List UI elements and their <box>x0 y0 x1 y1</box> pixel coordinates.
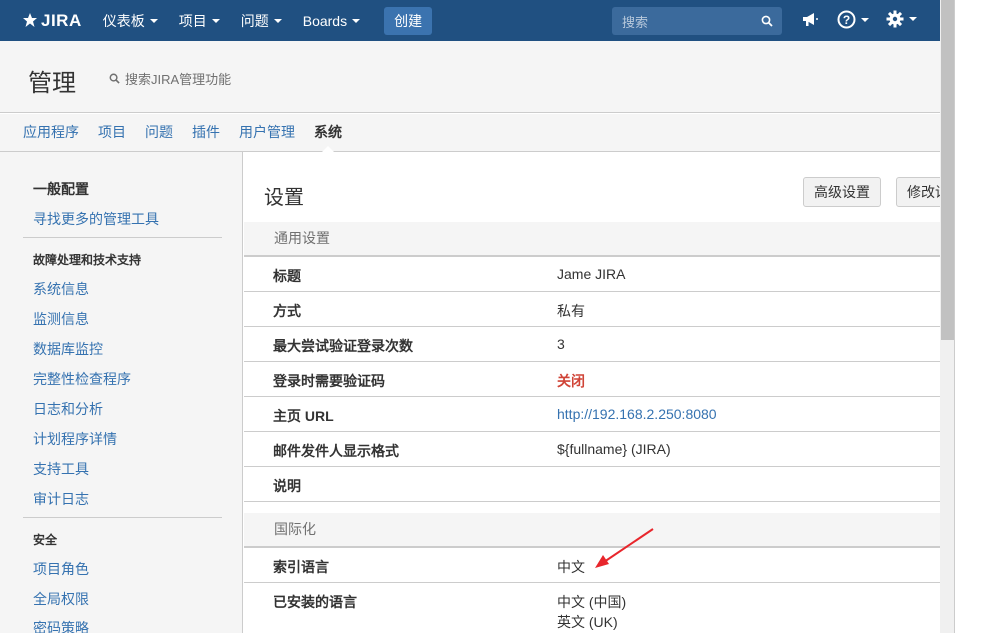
setting-value: 私有 <box>557 303 585 319</box>
sidebar-group-troubleshooting: 故障处理和技术支持 <box>33 253 142 267</box>
chevron-down-icon <box>909 17 917 21</box>
admin-sidebar: 一般配置 寻找更多的管理工具 故障处理和技术支持 系统信息 监测信息 数据库监控… <box>0 152 243 633</box>
nav-boards-label: Boards <box>302 12 348 29</box>
sidebar-item-find-more-admin-tools[interactable]: 寻找更多的管理工具 <box>33 209 159 229</box>
setting-value: ${fullname} (JIRA) <box>557 441 671 457</box>
admin-settings-menu[interactable] <box>886 10 917 28</box>
setting-key: 主页 URL <box>273 408 334 424</box>
top-navigation-bar: JIRA 仪表板 项目 问题 Boards 创建 搜索 ? <box>0 0 940 41</box>
svg-text:?: ? <box>843 13 850 27</box>
jira-logo[interactable]: JIRA <box>22 11 82 31</box>
settings-row: 已安装的语言 中文 (中国) 英文 (UK) <box>244 583 940 633</box>
scrollbar-thumb[interactable] <box>941 0 954 340</box>
search-input[interactable]: 搜索 <box>612 7 782 35</box>
chevron-down-icon <box>273 18 282 23</box>
page-title: 管理 <box>28 70 76 97</box>
setting-value: 3 <box>557 336 565 352</box>
sidebar-item-project-roles[interactable]: 项目角色 <box>33 559 89 579</box>
setting-key: 标题 <box>273 268 301 284</box>
settings-row: 登录时需要验证码 关闭 <box>244 362 940 397</box>
tab-issues[interactable]: 问题 <box>145 114 173 152</box>
sidebar-item-audit-log[interactable]: 审计日志 <box>33 489 89 509</box>
admin-header: 管理 搜索JIRA管理功能 <box>0 41 940 113</box>
sidebar-divider <box>23 517 222 518</box>
sidebar-group-security: 安全 <box>33 533 58 547</box>
settings-row: 说明 <box>244 467 940 502</box>
chevron-down-icon <box>211 18 220 23</box>
setting-key: 方式 <box>273 303 301 319</box>
help-icon: ? <box>837 10 856 29</box>
chevron-down-icon <box>861 17 869 22</box>
blank-margin <box>956 0 990 633</box>
jira-logo-icon <box>23 12 37 27</box>
settings-row: 方式 私有 <box>244 292 940 327</box>
settings-title: 设置 <box>264 187 304 209</box>
setting-key: 已安装的语言 <box>273 594 357 610</box>
edit-settings-button[interactable]: 修改设置 <box>896 177 940 207</box>
search-icon <box>761 15 773 27</box>
gear-icon <box>886 10 904 28</box>
admin-search-link[interactable]: 搜索JIRA管理功能 <box>109 69 231 88</box>
sidebar-item-system-info[interactable]: 系统信息 <box>33 279 89 299</box>
setting-key: 邮件发件人显示格式 <box>273 443 399 459</box>
setting-value: Jame JIRA <box>557 266 626 282</box>
settings-main: 设置 高级设置 修改设置 通用设置 标题 Jame JIRA 方式 私有 最大尝… <box>244 152 940 633</box>
settings-row: 邮件发件人显示格式 ${fullname} (JIRA) <box>244 432 940 467</box>
setting-value: 中文 <box>557 559 585 575</box>
sidebar-item-instrumentation[interactable]: 监测信息 <box>33 309 89 329</box>
advanced-settings-button[interactable]: 高级设置 <box>803 177 881 207</box>
setting-key: 索引语言 <box>273 559 329 575</box>
base-url-link[interactable]: http://192.168.2.250:8080 <box>557 406 717 422</box>
megaphone-icon <box>803 13 818 26</box>
nav-issues[interactable]: 问题 <box>241 11 282 31</box>
feedback-button[interactable] <box>801 10 819 28</box>
chevron-down-icon <box>352 18 361 23</box>
nav-dashboards-label: 仪表板 <box>102 12 145 29</box>
tab-system[interactable]: 系统 <box>314 114 342 153</box>
chevron-down-icon <box>149 18 158 23</box>
sidebar-item-database-monitoring[interactable]: 数据库监控 <box>33 339 103 359</box>
nav-boards[interactable]: Boards <box>302 12 361 29</box>
sidebar-item-general-config[interactable]: 一般配置 <box>33 179 89 199</box>
sidebar-item-logging-profiling[interactable]: 日志和分析 <box>33 399 103 419</box>
settings-row: 索引语言 中文 <box>244 548 940 583</box>
admin-tabs: 应用程序 项目 问题 插件 用户管理 系统 <box>0 114 940 153</box>
tab-applications[interactable]: 应用程序 <box>23 114 79 152</box>
sidebar-item-global-permissions[interactable]: 全局权限 <box>33 589 89 609</box>
setting-key: 说明 <box>273 478 301 494</box>
sidebar-item-scheduler-details[interactable]: 计划程序详情 <box>33 429 117 449</box>
settings-row: 最大尝试验证登录次数 3 <box>244 327 940 362</box>
nav-projects-label: 项目 <box>178 12 207 29</box>
installed-language: 英文 (UK) <box>557 614 618 630</box>
general-settings-header: 通用设置 <box>244 222 940 257</box>
sidebar-divider <box>23 237 222 238</box>
settings-row: 标题 Jame JIRA <box>244 257 940 292</box>
tab-projects[interactable]: 项目 <box>98 114 126 152</box>
search-placeholder: 搜索 <box>622 14 649 30</box>
help-menu[interactable]: ? <box>837 10 869 29</box>
internationalization-header: 国际化 <box>244 513 940 548</box>
logo-text: JIRA <box>41 10 82 30</box>
create-button[interactable]: 创建 <box>384 6 433 35</box>
setting-key: 最大尝试验证登录次数 <box>273 338 413 354</box>
browser-viewport: JIRA 仪表板 项目 问题 Boards 创建 搜索 ? 管理 搜索JIRA管… <box>0 0 955 633</box>
sidebar-item-support-tools[interactable]: 支持工具 <box>33 459 89 479</box>
sidebar-item-password-policy[interactable]: 密码策略 <box>33 618 89 633</box>
installed-language: 中文 (中国) <box>557 594 627 610</box>
setting-key: 登录时需要验证码 <box>273 373 385 389</box>
admin-search-label: 搜索JIRA管理功能 <box>125 72 232 87</box>
tab-addons[interactable]: 插件 <box>192 114 220 152</box>
nav-dashboards[interactable]: 仪表板 <box>103 11 158 31</box>
settings-row: 主页 URL http://192.168.2.250:8080 <box>244 397 940 432</box>
tab-user-management[interactable]: 用户管理 <box>239 114 295 152</box>
nav-issues-label: 问题 <box>240 12 269 29</box>
sidebar-item-integrity-checker[interactable]: 完整性检查程序 <box>33 369 131 389</box>
nav-projects[interactable]: 项目 <box>179 11 220 31</box>
captcha-status: 关闭 <box>557 373 585 389</box>
search-icon <box>109 73 120 84</box>
